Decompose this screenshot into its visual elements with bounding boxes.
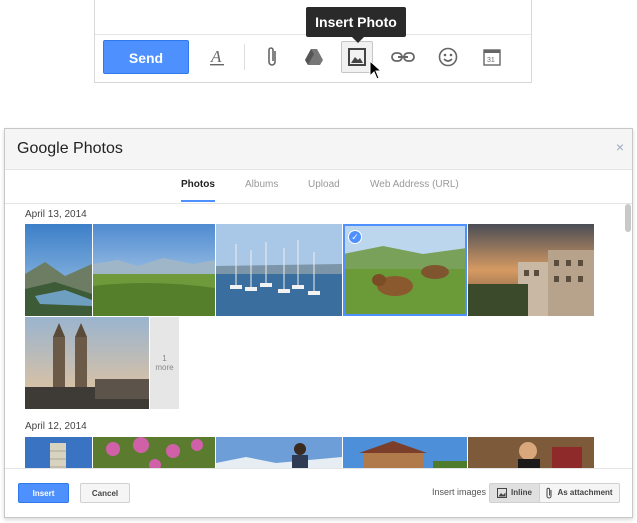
check-icon: ✓ bbox=[348, 230, 362, 244]
google-photos-dialog: Google Photos × Photos Albums Upload Web… bbox=[4, 128, 633, 518]
date-group-label: April 12, 2014 bbox=[25, 421, 87, 432]
photo-thumbnail[interactable] bbox=[216, 437, 342, 469]
calendar-day: 31 bbox=[487, 57, 495, 64]
photo-thumbnail[interactable] bbox=[468, 224, 594, 316]
photo-thumbnail[interactable] bbox=[468, 437, 594, 469]
photo-thumbnail[interactable] bbox=[25, 437, 92, 469]
close-icon[interactable]: × bbox=[616, 139, 624, 155]
photo-thumbnail[interactable] bbox=[25, 317, 149, 409]
dialog-header: Google Photos × bbox=[5, 129, 632, 170]
mouse-cursor-icon bbox=[369, 59, 383, 85]
tab-bar: Photos Albums Upload Web Address (URL) bbox=[5, 169, 632, 204]
attach-icon bbox=[546, 487, 552, 499]
tooltip-arrow bbox=[352, 37, 364, 43]
photo-thumbnail[interactable] bbox=[343, 437, 467, 469]
dialog-title: Google Photos bbox=[17, 140, 123, 157]
photo-thumbnail-selected[interactable]: ✓ bbox=[343, 224, 467, 316]
link-icon[interactable] bbox=[391, 45, 415, 69]
attach-icon[interactable] bbox=[260, 45, 284, 69]
insert-photo-tooltip: Insert Photo bbox=[306, 7, 406, 37]
as-attachment-option-button[interactable]: As attachment bbox=[539, 483, 620, 503]
tab-photos[interactable]: Photos bbox=[181, 179, 215, 190]
drive-icon[interactable] bbox=[302, 45, 326, 69]
emoji-icon[interactable] bbox=[436, 45, 460, 69]
cancel-button[interactable]: Cancel bbox=[80, 483, 130, 503]
photo-grid: April 13, 2014 ✓ 1 more April 12, 2014 bbox=[5, 204, 632, 469]
svg-text:A: A bbox=[210, 47, 222, 66]
as-attachment-label: As attachment bbox=[557, 488, 613, 497]
active-tab-indicator bbox=[181, 200, 215, 202]
photo-thumbnail[interactable] bbox=[93, 437, 215, 469]
tab-upload[interactable]: Upload bbox=[308, 179, 340, 190]
photo-thumbnail[interactable] bbox=[216, 224, 342, 316]
insert-button[interactable]: Insert bbox=[18, 483, 69, 503]
tab-albums[interactable]: Albums bbox=[245, 179, 278, 190]
photo-thumbnail[interactable] bbox=[93, 224, 215, 316]
dialog-footer: Insert Cancel Insert images Inline As at… bbox=[5, 468, 632, 517]
scrollbar[interactable] bbox=[625, 204, 631, 232]
date-group-label: April 13, 2014 bbox=[25, 209, 87, 220]
more-photos-tile[interactable]: 1 more bbox=[150, 317, 179, 409]
photo-thumbnail[interactable] bbox=[25, 224, 92, 316]
inline-option-button[interactable]: Inline bbox=[489, 483, 540, 503]
calendar-icon[interactable]: 31 bbox=[480, 45, 504, 69]
insert-images-label: Insert images bbox=[432, 487, 487, 497]
toolbar-separator bbox=[244, 44, 245, 70]
text-format-icon[interactable]: A bbox=[205, 45, 229, 69]
more-label: more bbox=[155, 363, 174, 372]
inline-label: Inline bbox=[511, 488, 532, 497]
tab-web-address[interactable]: Web Address (URL) bbox=[370, 179, 459, 190]
send-button[interactable]: Send bbox=[103, 40, 189, 74]
more-count: 1 bbox=[162, 354, 167, 363]
image-icon bbox=[497, 488, 508, 498]
